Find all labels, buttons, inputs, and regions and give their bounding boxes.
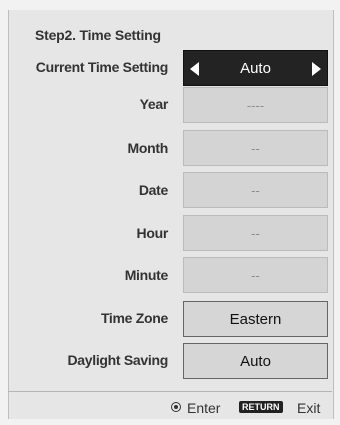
daylight-saving-value: Auto — [240, 352, 271, 370]
minute-field: -- — [183, 257, 328, 293]
current-time-setting-selector[interactable]: Auto — [183, 50, 328, 86]
year-value: ---- — [246, 97, 265, 113]
minute-label: Minute — [124, 267, 169, 283]
time-zone-label: Time Zone — [100, 310, 168, 326]
enter-button-icon — [171, 402, 181, 412]
enter-label[interactable]: Enter — [187, 400, 220, 416]
month-label: Month — [127, 140, 169, 156]
left-arrow-icon[interactable] — [190, 62, 199, 76]
footer-bar: Enter RETURN Exit — [0, 398, 340, 420]
footer-divider — [8, 391, 332, 392]
exit-label[interactable]: Exit — [297, 400, 320, 416]
month-field: -- — [183, 130, 328, 166]
return-key-icon: RETURN — [239, 401, 283, 413]
hour-value: -- — [251, 225, 260, 241]
date-value: -- — [251, 182, 260, 198]
date-field: -- — [183, 172, 328, 208]
date-label: Date — [138, 182, 168, 198]
year-label: Year — [139, 96, 169, 112]
year-field: ---- — [183, 87, 328, 123]
current-time-setting-label: Current Time Setting — [35, 59, 169, 75]
month-value: -- — [251, 140, 260, 156]
right-arrow-icon[interactable] — [312, 62, 321, 76]
hour-field: -- — [183, 215, 328, 251]
daylight-saving-label: Daylight Saving — [67, 352, 168, 368]
daylight-saving-field[interactable]: Auto — [183, 343, 328, 379]
time-zone-field[interactable]: Eastern — [183, 301, 328, 337]
current-time-setting-value: Auto — [240, 59, 271, 77]
minute-value: -- — [251, 267, 260, 283]
time-zone-value: Eastern — [229, 310, 282, 328]
step-title: Step2. Time Setting — [35, 27, 161, 43]
hour-label: Hour — [136, 225, 169, 241]
